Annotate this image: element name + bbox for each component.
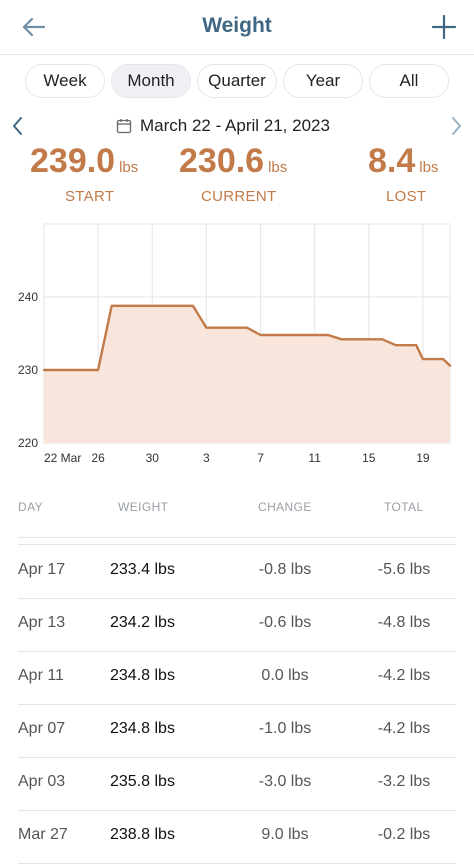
date-range-label[interactable]: March 22 - April 21, 2023	[140, 116, 330, 136]
row-change: 0.0 lbs	[261, 667, 309, 684]
row-total: -0.2 lbs	[377, 826, 431, 843]
lost-unit: lbs	[419, 159, 439, 176]
y-tick-label: 240	[18, 290, 38, 304]
row-change: -0.8 lbs	[258, 561, 312, 578]
period-year-button[interactable]: Year	[283, 64, 363, 98]
table-row[interactable]: Mar 27 238.8 lbs 9.0 lbs -0.2 lbs	[0, 810, 474, 863]
start-unit: lbs	[119, 159, 139, 176]
column-header-day: DAY	[18, 500, 43, 514]
row-total: -4.2 lbs	[377, 720, 431, 737]
table-row[interactable]: Apr 13 234.2 lbs -0.6 lbs -4.8 lbs	[0, 598, 474, 651]
chevron-right-icon	[452, 117, 461, 135]
row-day: Mar 27	[18, 826, 68, 843]
lost-value: 8.4	[368, 142, 416, 180]
add-entry-button[interactable]	[426, 10, 462, 44]
row-change: -0.6 lbs	[258, 614, 312, 631]
row-weight: 234.2 lbs	[110, 614, 175, 631]
x-tick-label: 3	[203, 451, 210, 465]
period-all-button[interactable]: All	[369, 64, 449, 98]
x-tick-label: 22 Mar	[44, 451, 81, 465]
x-tick-label: 19	[416, 451, 430, 465]
y-tick-label: 230	[18, 363, 38, 377]
weight-summary: 239.0 lbs START 230.6 lbs CURRENT 8.4 lbs L…	[0, 142, 474, 212]
row-day: Apr 11	[18, 667, 64, 684]
table-row[interactable]: Apr 11 234.8 lbs 0.0 lbs -4.2 lbs	[0, 651, 474, 704]
x-tick-label: 30	[146, 451, 160, 465]
row-total: -4.2 lbs	[377, 667, 431, 684]
current-unit: lbs	[268, 159, 288, 176]
stat-start: 239.0 lbs START	[30, 142, 139, 205]
row-total: -4.8 lbs	[377, 614, 431, 631]
row-weight: 238.8 lbs	[110, 826, 175, 843]
x-tick-label: 7	[257, 451, 264, 465]
period-month-button[interactable]: Month	[111, 64, 191, 98]
divider	[18, 537, 456, 538]
calendar-icon	[116, 119, 132, 134]
row-divider	[18, 863, 456, 864]
y-tick-label: 220	[18, 436, 38, 450]
previous-range-button[interactable]	[8, 114, 28, 138]
weight-chart[interactable]: 220 230 240 22 Mar 26 30 3 7 11 15 19	[0, 222, 474, 472]
x-tick-label: 15	[362, 451, 376, 465]
table-row[interactable]: Apr 17 233.4 lbs -0.8 lbs -5.6 lbs	[0, 545, 474, 598]
x-tick-label: 26	[91, 451, 105, 465]
row-weight: 235.8 lbs	[110, 773, 175, 790]
start-label: START	[65, 188, 115, 205]
column-header-total: TOTAL	[384, 500, 424, 514]
weight-area	[44, 305, 450, 443]
row-change: 9.0 lbs	[261, 826, 309, 843]
table-row[interactable]: Apr 03 235.8 lbs -3.0 lbs -3.2 lbs	[0, 757, 474, 810]
row-weight: 233.4 lbs	[110, 561, 175, 578]
stat-lost: 8.4 lbs LOST	[368, 142, 439, 205]
chevron-left-icon	[13, 117, 22, 135]
current-value: 230.6	[179, 142, 265, 180]
x-tick-label: 11	[308, 451, 321, 465]
row-day: Apr 07	[18, 720, 66, 737]
start-value: 239.0	[30, 142, 116, 180]
app-header: Weight	[0, 0, 474, 55]
plus-icon	[431, 14, 457, 40]
period-quarter-button[interactable]: Quarter	[197, 64, 277, 98]
row-weight: 234.8 lbs	[110, 720, 175, 737]
page-title: Weight	[202, 14, 272, 37]
row-day: Apr 03	[18, 773, 66, 790]
current-label: CURRENT	[201, 188, 277, 205]
column-header-change: CHANGE	[258, 500, 312, 514]
next-range-button[interactable]	[446, 114, 466, 138]
row-change: -1.0 lbs	[258, 720, 312, 737]
period-selector: Week Month Quarter Year All	[25, 64, 449, 100]
row-change: -3.0 lbs	[258, 773, 312, 790]
row-weight: 234.8 lbs	[110, 667, 175, 684]
row-day: Apr 13	[18, 614, 66, 631]
row-day: Apr 17	[18, 561, 66, 578]
row-total: -5.6 lbs	[377, 561, 431, 578]
period-week-button[interactable]: Week	[25, 64, 105, 98]
date-range-row: March 22 - April 21, 2023	[0, 112, 474, 140]
row-total: -3.2 lbs	[377, 773, 431, 790]
stat-current: 230.6 lbs CURRENT	[179, 142, 288, 205]
lost-label: LOST	[386, 188, 427, 205]
column-header-weight: WEIGHT	[118, 500, 169, 514]
table-row[interactable]: Apr 07 234.8 lbs -1.0 lbs -4.2 lbs	[0, 704, 474, 757]
